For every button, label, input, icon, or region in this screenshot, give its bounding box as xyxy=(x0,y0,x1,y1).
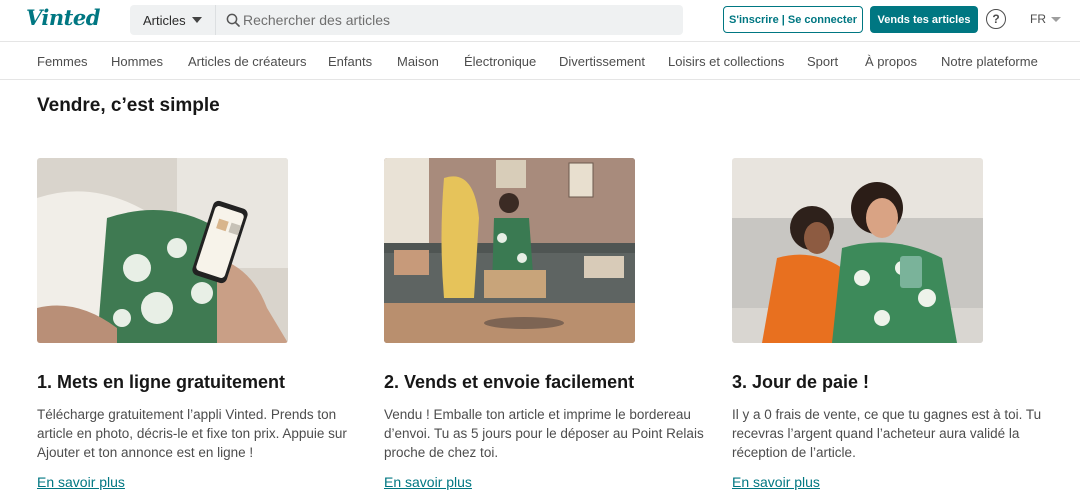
nav-item-loisirs[interactable]: Loisirs et collections xyxy=(668,54,784,69)
nav-item-electronique[interactable]: Électronique xyxy=(464,54,536,69)
sell-items-button[interactable]: Vends tes articles xyxy=(870,6,978,33)
signup-login-button[interactable]: S'inscrire | Se connecter xyxy=(723,6,863,33)
learn-more-link[interactable]: En savoir plus xyxy=(732,474,820,490)
step-description: Vendu ! Emballe ton article et imprime l… xyxy=(384,407,704,460)
nav-item-a-propos[interactable]: À propos xyxy=(865,54,917,69)
nav-item-notre-plateforme[interactable]: Notre plateforme xyxy=(941,54,1038,69)
search-icon xyxy=(226,13,240,27)
search-bar: Articles xyxy=(130,5,683,35)
learn-more-link[interactable]: En savoir plus xyxy=(384,474,472,490)
language-label: FR xyxy=(1030,12,1046,26)
step-card-2: 2. Vends et envoie facilement Vendu ! Em… xyxy=(384,158,714,490)
page-title: Vendre, c’est simple xyxy=(37,95,220,116)
nav-item-articles-createurs[interactable]: Articles de créateurs xyxy=(188,54,307,69)
nav-item-femmes[interactable]: Femmes xyxy=(37,54,88,69)
top-header: Vinted Articles S'inscrire | Se connecte… xyxy=(0,0,1080,42)
nav-item-divertissement[interactable]: Divertissement xyxy=(559,54,645,69)
packing-parcel-photo xyxy=(384,158,635,343)
step-title: 1. Mets en ligne gratuitement xyxy=(37,372,286,392)
chevron-down-icon xyxy=(1051,16,1061,22)
step-description: Il y a 0 frais de vente, ce que tu gagne… xyxy=(732,407,1042,460)
step-title: 2. Vends et envoie facilement xyxy=(384,372,635,392)
search-input[interactable] xyxy=(243,9,673,31)
help-icon[interactable]: ? xyxy=(986,9,1006,29)
category-nav: Femmes Hommes Articles de créateurs Enfa… xyxy=(0,43,1080,80)
payday-photo xyxy=(732,158,983,343)
step-card-3: 3. Jour de paie ! Il y a 0 frais de vent… xyxy=(732,158,1062,490)
phone-listing-photo xyxy=(37,158,288,343)
category-select-label: Articles xyxy=(143,12,186,28)
learn-more-link[interactable]: En savoir plus xyxy=(37,474,125,490)
chevron-down-icon xyxy=(191,17,202,23)
category-select[interactable]: Articles xyxy=(130,5,216,35)
vinted-logo[interactable]: Vinted xyxy=(26,5,100,30)
nav-item-maison[interactable]: Maison xyxy=(397,54,439,69)
nav-item-hommes[interactable]: Hommes xyxy=(111,54,163,69)
step-description: Télécharge gratuitement l’appli Vinted. … xyxy=(37,407,347,460)
step-card-1: 1. Mets en ligne gratuitement Télécharge… xyxy=(37,158,367,490)
nav-item-enfants[interactable]: Enfants xyxy=(328,54,372,69)
language-select[interactable]: FR xyxy=(1030,12,1061,26)
step-title: 3. Jour de paie ! xyxy=(732,372,870,392)
nav-item-sport[interactable]: Sport xyxy=(807,54,838,69)
